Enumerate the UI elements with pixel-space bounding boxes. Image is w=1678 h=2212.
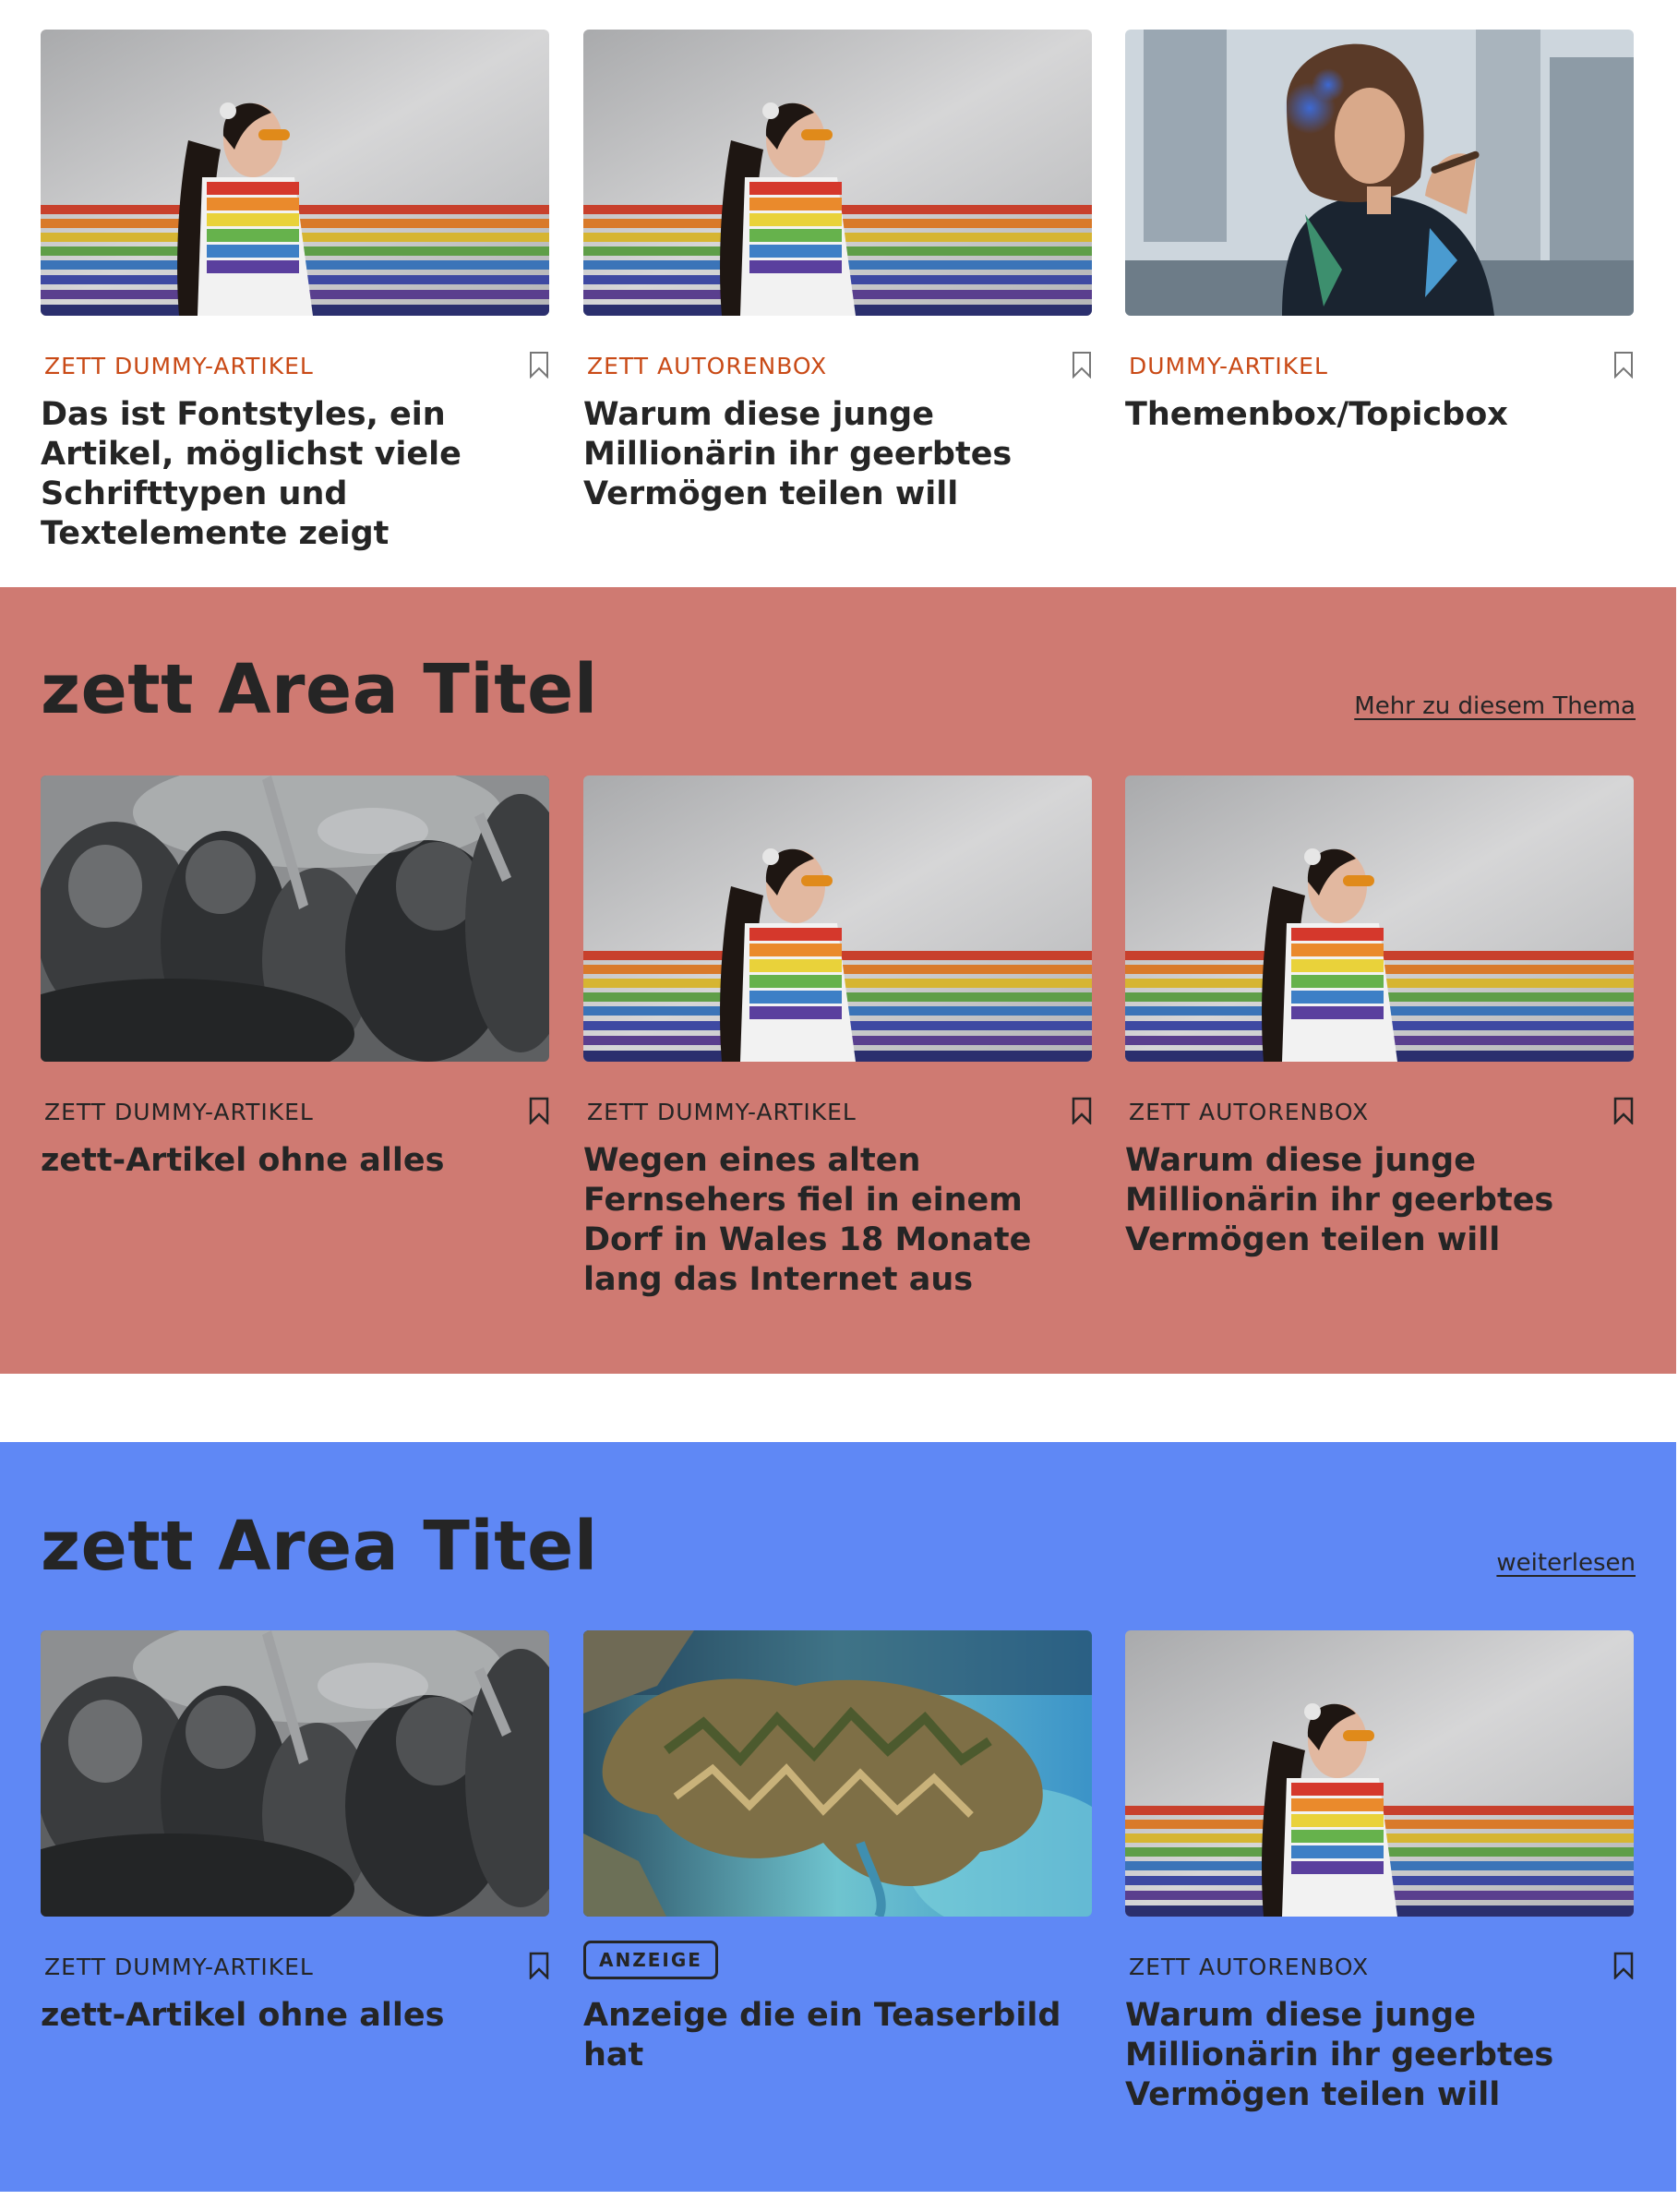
article-teaser-image[interactable] (41, 775, 549, 1062)
bookmark-icon[interactable] (1072, 1097, 1092, 1124)
ad-badge: ANZEIGE (583, 1941, 718, 1979)
bookmark-icon[interactable] (1613, 351, 1634, 379)
bookmark-icon[interactable] (1613, 1097, 1634, 1124)
article-kicker: ZETT AUTORENBOX (587, 353, 828, 379)
article-teaser-image[interactable] (41, 30, 549, 316)
area-section-red: zett Area Titel Mehr zu diesem Thema ZET… (0, 587, 1676, 1374)
teaser-section-top: ZETT DUMMY-ARTIKEL Das ist Fontstyles, e… (0, 0, 1676, 587)
article-teaser-image[interactable] (1125, 30, 1634, 316)
article-teaser-image[interactable] (1125, 1630, 1634, 1917)
area-section-blue: zett Area Titel weiterlesen ZETT DUMMY-A… (0, 1442, 1676, 2192)
article-kicker: ZETT DUMMY-ARTIKEL (44, 1099, 314, 1125)
article-card: ZETT DUMMY-ARTIKEL Das ist Fontstyles, e… (41, 30, 549, 554)
article-teaser-image[interactable] (583, 775, 1092, 1062)
area-title: zett Area Titel (41, 650, 598, 729)
article-meta: DUMMY-ARTIKEL (1125, 349, 1634, 380)
article-kicker: ZETT DUMMY-ARTIKEL (587, 1099, 857, 1125)
more-topic-link[interactable]: Mehr zu diesem Thema (1354, 692, 1636, 720)
article-kicker: ZETT DUMMY-ARTIKEL (44, 353, 314, 379)
bookmark-icon[interactable] (1613, 1952, 1634, 1979)
article-meta: ZETT DUMMY-ARTIKEL (41, 1950, 549, 1981)
article-meta: ZETT DUMMY-ARTIKEL (583, 1095, 1092, 1126)
article-teaser-image[interactable] (1125, 775, 1634, 1062)
article-card: ZETT DUMMY-ARTIKEL Wegen eines alten Fer… (583, 775, 1092, 1300)
article-meta: ZETT AUTORENBOX (583, 349, 1092, 380)
article-meta: ZETT AUTORENBOX (1125, 1950, 1634, 1981)
article-kicker: ZETT DUMMY-ARTIKEL (44, 1954, 314, 1980)
article-meta: ZETT AUTORENBOX (1125, 1095, 1634, 1126)
article-card: ZETT AUTORENBOX Warum diese junge Millio… (583, 30, 1092, 514)
ad-headline[interactable]: Anzeige die ein Teaserbild hat (583, 1996, 1092, 2075)
ad-teaser-image[interactable] (583, 1630, 1092, 1917)
article-card: ZETT AUTORENBOX Warum diese junge Millio… (1125, 775, 1634, 1260)
area-title: zett Area Titel (41, 1507, 598, 1586)
article-headline[interactable]: Warum diese junge Millionärin ihr geerbt… (1125, 1996, 1634, 2115)
article-meta: ZETT DUMMY-ARTIKEL (41, 1095, 549, 1126)
article-card: ZETT DUMMY-ARTIKEL zett-Artikel ohne all… (41, 1630, 549, 2036)
article-teaser-image[interactable] (583, 30, 1092, 316)
article-meta: ZETT DUMMY-ARTIKEL (41, 349, 549, 380)
article-headline[interactable]: zett-Artikel ohne alles (41, 1996, 549, 2036)
article-headline[interactable]: Warum diese junge Millionärin ihr geerbt… (583, 395, 1092, 514)
article-card: ZETT AUTORENBOX Warum diese junge Millio… (1125, 1630, 1634, 2115)
article-headline[interactable]: Themenbox/Topicbox (1125, 395, 1634, 435)
article-headline[interactable]: Warum diese junge Millionärin ihr geerbt… (1125, 1141, 1634, 1260)
article-card: ZETT DUMMY-ARTIKEL zett-Artikel ohne all… (41, 775, 549, 1181)
article-headline[interactable]: zett-Artikel ohne alles (41, 1141, 549, 1181)
article-card: DUMMY-ARTIKEL Themenbox/Topicbox (1125, 30, 1634, 435)
article-headline[interactable]: Wegen eines alten Fernsehers fiel in ein… (583, 1141, 1092, 1300)
article-headline[interactable]: Das ist Fontstyles, ein Artikel, möglich… (41, 395, 549, 554)
article-kicker: DUMMY-ARTIKEL (1129, 353, 1328, 379)
bookmark-icon[interactable] (529, 1952, 549, 1979)
bookmark-icon[interactable] (1072, 351, 1092, 379)
ad-card: ANZEIGE Anzeige die ein Teaserbild hat (583, 1630, 1092, 2075)
bookmark-icon[interactable] (529, 351, 549, 379)
article-teaser-image[interactable] (41, 1630, 549, 1917)
article-kicker: ZETT AUTORENBOX (1129, 1954, 1370, 1980)
bookmark-icon[interactable] (529, 1097, 549, 1124)
read-more-link[interactable]: weiterlesen (1496, 1549, 1636, 1577)
article-kicker: ZETT AUTORENBOX (1129, 1099, 1370, 1125)
